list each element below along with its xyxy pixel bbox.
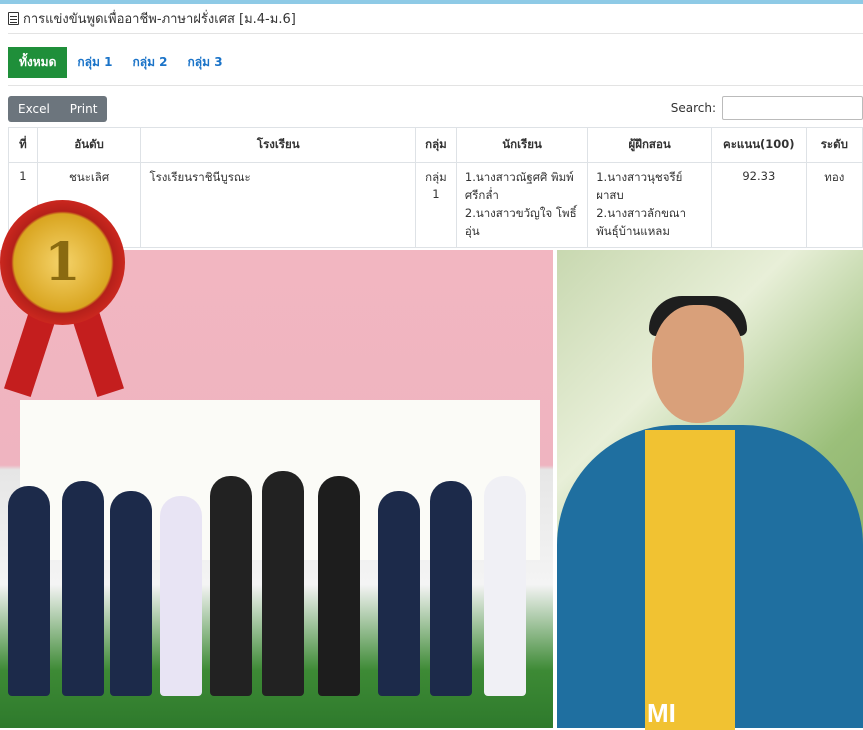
student-figure — [8, 486, 50, 696]
medal-number: 1 — [44, 232, 81, 293]
column-header[interactable]: โรงเรียน — [140, 127, 417, 163]
export-buttons: Excel Print — [8, 96, 108, 122]
print-button[interactable]: Print — [59, 96, 108, 122]
table-row: 1 ชนะเลิศ โรงเรียนราชินีบูรณะ กลุ่ม 1 1.… — [8, 162, 863, 248]
tab-all[interactable]: ทั้งหมด — [8, 47, 68, 78]
excel-button[interactable]: Excel — [8, 96, 60, 122]
coach-name: 2.นางสาวลักขณา พันธุ์บ้านแหลม — [596, 206, 687, 238]
divider — [8, 33, 863, 34]
teacher-figure — [210, 476, 252, 696]
cell-group: กลุ่ม 1 — [415, 162, 457, 248]
student-name: 2.นางสาวขวัญใจ โพธิ์อุ่น — [464, 206, 577, 238]
student-figure — [484, 476, 526, 696]
coach-portrait: MI — [557, 250, 863, 730]
cell-level: ทอง — [805, 162, 863, 248]
tab-group-2[interactable]: กลุ่ม 2 — [122, 47, 177, 78]
table-header-row: ที่ อันดับ โรงเรียน กลุ่ม นักเรียน ผู้ฝึ… — [8, 127, 863, 163]
portrait-shirt-text: MI — [647, 698, 676, 728]
student-name: 1.นางสาวณัฐศศิ พิมพ์ศรีกล่ำ — [464, 170, 574, 202]
search-label: Search: — [670, 101, 716, 115]
portrait-face — [652, 305, 744, 423]
student-figure — [430, 481, 472, 696]
column-header[interactable]: อันดับ — [36, 127, 142, 163]
cell-school: โรงเรียนราชินีบูรณะ — [140, 162, 417, 248]
document-icon — [8, 12, 19, 25]
search-box: Search: — [671, 96, 863, 120]
column-header[interactable]: ผู้ฝึกสอน — [587, 127, 712, 163]
column-header[interactable]: ระดับ — [805, 127, 863, 163]
divider — [8, 85, 863, 86]
teacher-figure — [262, 471, 304, 696]
group-tabs: ทั้งหมด กลุ่ม 1 กลุ่ม 2 กลุ่ม 3 — [8, 47, 233, 78]
portrait-shirt — [645, 430, 735, 730]
student-figure — [378, 491, 420, 696]
column-header[interactable]: กลุ่ม — [415, 127, 457, 163]
coach-name: 1.นางสาวนุชจรีย์ ผาสบ — [596, 170, 683, 202]
teacher-figure — [318, 476, 360, 696]
page-title: การแข่งขันพูดเพื่ออาชีพ-ภาษาฝรั่งเศส [ม.… — [8, 8, 296, 29]
top-accent-bar — [0, 0, 863, 4]
student-figure — [110, 491, 152, 696]
column-header[interactable]: นักเรียน — [455, 127, 589, 163]
tab-group-3[interactable]: กลุ่ม 3 — [178, 47, 233, 78]
student-figure — [62, 481, 104, 696]
tab-group-1[interactable]: กลุ่ม 1 — [67, 47, 122, 78]
student-figure — [160, 496, 202, 696]
column-header[interactable]: คะแนน(100) — [711, 127, 807, 163]
search-input[interactable] — [722, 96, 863, 120]
page-title-text: การแข่งขันพูดเพื่ออาชีพ-ภาษาฝรั่งเศส [ม.… — [23, 12, 296, 27]
cell-students: 1.นางสาวณัฐศศิ พิมพ์ศรีกล่ำ 2.นางสาวขวัญ… — [455, 162, 589, 248]
cell-coaches: 1.นางสาวนุชจรีย์ ผาสบ 2.นางสาวลักขณา พัน… — [587, 162, 712, 248]
results-table: ที่ อันดับ โรงเรียน กลุ่ม นักเรียน ผู้ฝึ… — [8, 127, 863, 248]
column-header[interactable]: ที่ — [8, 127, 38, 163]
cell-score: 92.33 — [711, 162, 807, 248]
